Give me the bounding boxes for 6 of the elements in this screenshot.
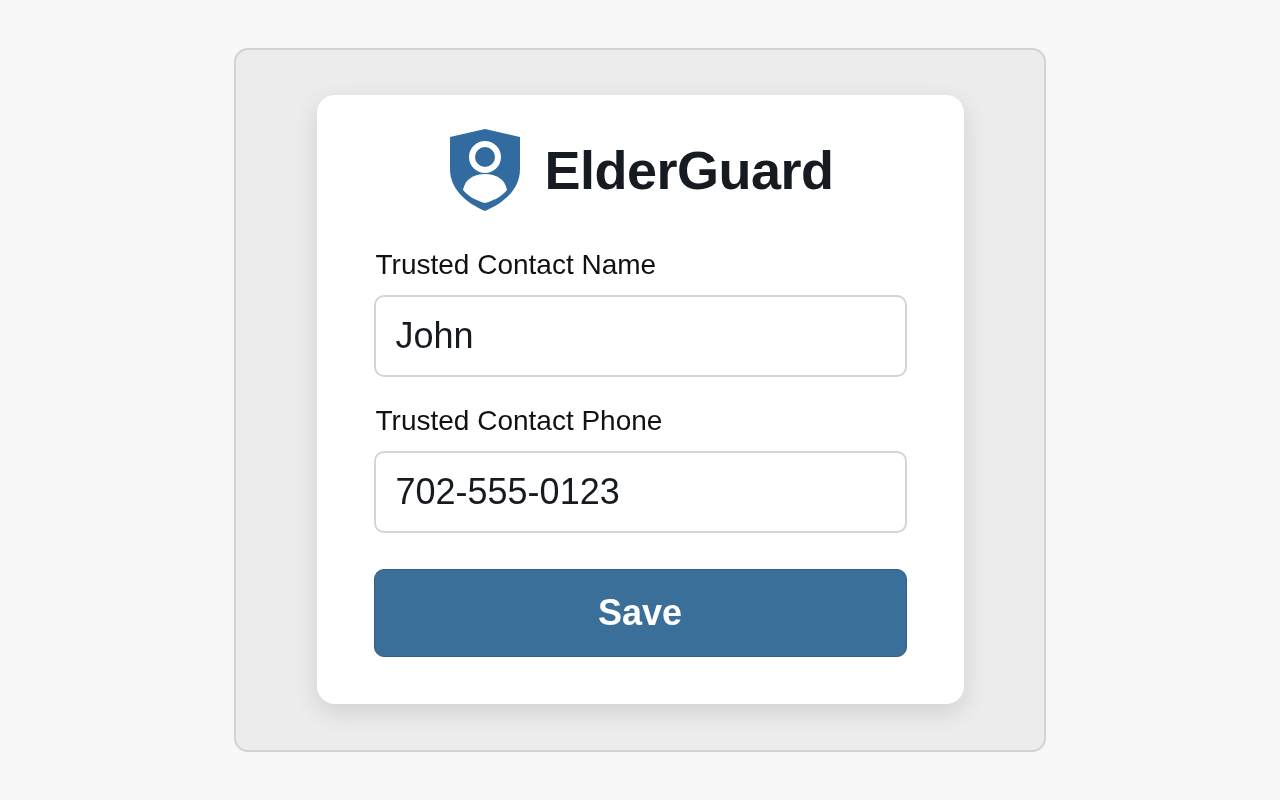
brand-name: ElderGuard bbox=[544, 143, 834, 197]
input-field[interactable]: John bbox=[373, 295, 907, 377]
field-label: Trusted Contact Phone bbox=[374, 405, 664, 437]
save-button[interactable]: Save bbox=[373, 569, 907, 657]
input-field[interactable]: 702-555-0123 bbox=[373, 451, 907, 533]
field-label: Trusted Contact Name bbox=[374, 249, 658, 281]
